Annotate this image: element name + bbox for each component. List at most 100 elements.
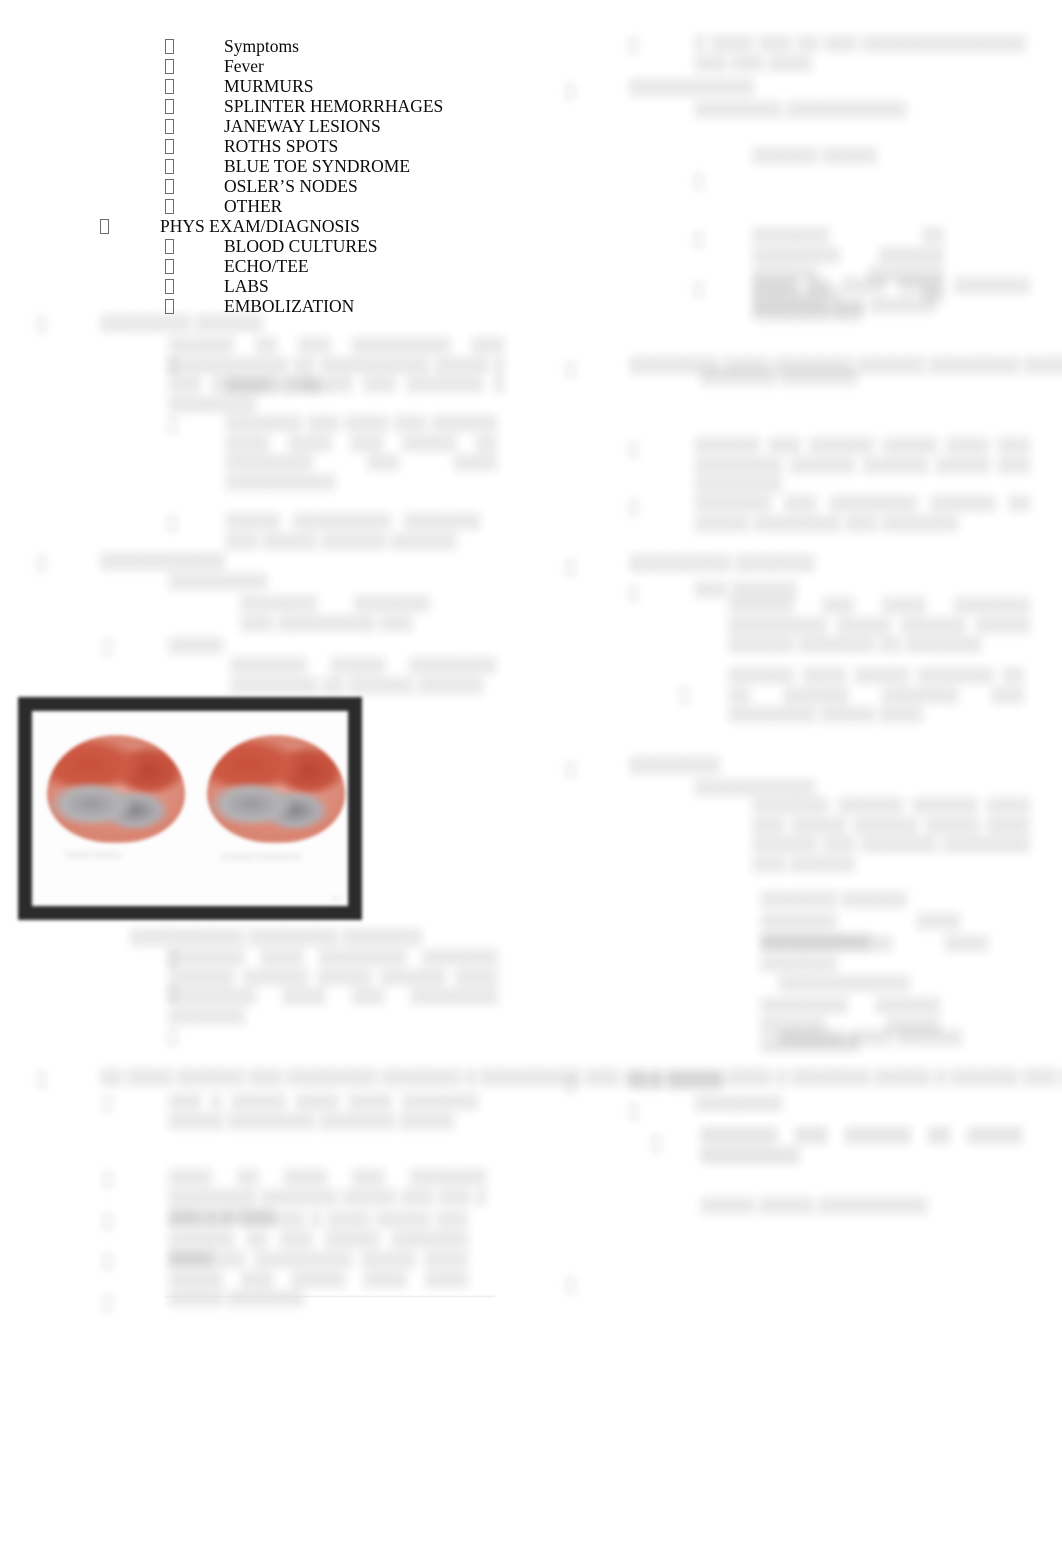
anatomical-diagram-right: [207, 735, 345, 843]
obscured-paragraph: ░░░░░ ░░░░░ ░░░░░░░░░░: [700, 1197, 928, 1214]
obscured-paragraph: ░░░░░░ ░░░░ ░░░░░░: [778, 1029, 962, 1046]
outline-item-roths-spots[interactable]: ROTHS SPOTS: [165, 136, 338, 156]
list-bullet-icon: [165, 99, 174, 114]
obscured-paragraph: ░░░░░░░ ░░░░░░░: [700, 369, 858, 386]
obscured-paragraph: ░░░░░░░ ░░░░░░░ ░░░ ░░░░░░░░░ ░░░: [240, 595, 430, 632]
list-bullet-icon: [566, 84, 575, 99]
outline-item-label: JANEWAY LESIONS: [224, 116, 381, 136]
obscured-paragraph: ░░░░░░░░░░░░ ░░░░ ░░░░░░░: [760, 935, 988, 972]
list-bullet-icon: [694, 174, 703, 189]
list-bullet-icon: [629, 38, 638, 53]
outline-item-other[interactable]: OTHER: [165, 196, 282, 216]
obscured-heading: ░░░░░░░░░░░: [629, 79, 754, 96]
list-bullet-icon: [37, 556, 46, 571]
obscured-heading: ░░░ ░░░░░: [629, 1073, 724, 1090]
list-bullet-icon: [680, 688, 689, 703]
obscured-paragraph: ░░░░░░░ ░░░ ░░░░░░░░ ░░░░░░ ░░ ░░░░░ ░░░…: [694, 495, 1030, 532]
list-bullet-icon: [103, 1172, 112, 1187]
outline-item-label: OTHER: [224, 196, 283, 216]
list-bullet-icon: [165, 299, 174, 314]
obscured-paragraph: ░░░░░░ ░░░░░: [752, 147, 877, 164]
list-bullet-icon: [165, 239, 174, 254]
obscured-paragraph: ░░░░░░░░: [694, 1095, 782, 1112]
obscured-paragraph: ░░░░░░ ░░░ ░░░░░░ ░░░░░ ░░░░ ░░░ ░░░░░░░…: [694, 437, 1030, 494]
anatomical-diagram-left: [47, 735, 185, 843]
list-bullet-icon: [165, 159, 174, 174]
list-bullet-icon: [165, 79, 174, 94]
list-bullet-icon: [165, 279, 174, 294]
figure-caption-right: ░░░░░░░ ░░░░░░░░░: [219, 853, 301, 861]
outline-item-fever[interactable]: Fever: [165, 56, 264, 76]
list-bullet-icon: [168, 418, 177, 433]
obscured-paragraph: ░░░░░░░░░░░: [694, 779, 815, 796]
list-bullet-icon: [37, 1072, 46, 1087]
figure-credit: ░░░: [331, 897, 342, 902]
obscured-paragraph: ░░░░░: [168, 637, 223, 654]
outline-item-labs[interactable]: LABS: [165, 276, 269, 296]
list-bullet-icon: [629, 1104, 638, 1119]
obscured-paragraph: ░░░░ ░░ ░░░░ ░░░░ ░░░░░░░ ░░░░░░░ ░░░ ░░…: [752, 277, 1030, 314]
outline-item-label: ROTHS SPOTS: [224, 136, 339, 156]
outline-item-label: LABS: [224, 276, 269, 296]
outline-item-label: ECHO/TEE: [224, 256, 309, 276]
embedded-figure: ░░░░░ ░░░░░░ ░░░░░░░ ░░░░░░░░░ ░░░: [18, 697, 362, 920]
obscured-paragraph: ░░░░░░░░ ░░░░░░░░░░░: [694, 101, 907, 118]
list-bullet-icon: [165, 59, 174, 74]
outline-item-janeway-lesions[interactable]: JANEWAY LESIONS: [165, 116, 381, 136]
outline-item-embolization[interactable]: EMBOLIZATION: [165, 296, 354, 316]
outline-item-label: EMBOLIZATION: [224, 296, 355, 316]
outline-item-murmurs[interactable]: MURMURS: [165, 76, 313, 96]
outline-item-label: BLUE TOE SYNDROME: [224, 156, 411, 176]
list-bullet-icon: [103, 1214, 112, 1229]
obscured-paragraph: ░░░░░░ ░░░░ ░░░░░ ░░░░░░░ ░░ ░░ ░░░░░░ ░…: [728, 667, 1024, 724]
outline-item-symptoms[interactable]: Symptoms: [165, 36, 299, 56]
outline-item-label: OSLER’S NODES: [224, 176, 358, 196]
list-bullet-icon: [103, 1096, 112, 1111]
figure-canvas: ░░░░░ ░░░░░░ ░░░░░░░ ░░░░░░░░░ ░░░: [32, 711, 348, 906]
obscured-paragraph: ░░░░░░ ░░░ ░░░░ ░░░░░░░ ░░░░░░░░░ ░░░░░ …: [728, 597, 1030, 654]
list-bullet-icon: [165, 259, 174, 274]
outline-item-blue-toe-syndrome[interactable]: BLUE TOE SYNDROME: [165, 156, 410, 176]
obscured-paragraph: ░░░░░░░ ░░░ ░░░░ ░░░ ░░░░░░ ░░░░ ░░░░ ░░…: [225, 415, 497, 491]
obscured-heading: ░░ ░░░░ ░░░░░░ ░░░ ░░░░░░░░ ░░░░░░░ ░ ░░…: [100, 1069, 1062, 1086]
list-bullet-icon: [168, 516, 177, 531]
outline-item-label: MURMURS: [224, 76, 314, 96]
outline-item-blood-cultures[interactable]: BLOOD CULTURES: [165, 236, 377, 256]
list-bullet-icon: [103, 1254, 112, 1269]
list-bullet-icon: [652, 1136, 661, 1151]
obscured-heading: ░░░░░░░░░░ ░░░░░░░░ ░░░░░░░: [130, 929, 422, 946]
outline-item-oslers-nodes[interactable]: OSLER’S NODES: [165, 176, 358, 196]
obscured-paragraph: ░░░░ ░░ ░░░: [225, 377, 332, 394]
outline-item-phys-exam-diagnosis[interactable]: PHYS EXAM/DIAGNOSIS: [100, 216, 360, 236]
list-bullet-icon: [566, 560, 575, 575]
list-bullet-icon: [103, 1296, 112, 1311]
list-bullet-icon: [629, 500, 638, 515]
list-bullet-icon: [566, 1078, 575, 1093]
outline-item-label: Fever: [224, 56, 264, 76]
list-bullet-icon: [165, 139, 174, 154]
list-bullet-icon: [168, 1030, 177, 1045]
document-page: Symptoms Fever MURMURS SPLINTER HEMORRHA…: [0, 0, 1062, 1561]
obscured-paragraph: ░░░░░░░ ░░░ ░░░░░░ ░░ ░░░░░ ░░░░░░░░░: [700, 1127, 1022, 1164]
obscured-paragraph: ░░░░░░░ ░░░░░░: [760, 891, 907, 908]
obscured-paragraph: ░░░░░░░ ░░░░░░░░░ ░░░░░ ░░░░ ░░░░░ ░░░ ░…: [168, 1251, 468, 1308]
list-bullet-icon: [168, 358, 177, 373]
list-bullet-icon: [629, 442, 638, 457]
outline-item-splinter-hemorrhages[interactable]: SPLINTER HEMORRHAGES: [165, 96, 443, 116]
outline-item-label: PHYS EXAM/DIAGNOSIS: [160, 216, 360, 236]
outline-item-label: Symptoms: [224, 36, 299, 56]
list-bullet-icon: [165, 119, 174, 134]
list-bullet-icon: [165, 179, 174, 194]
list-bullet-icon: [629, 586, 638, 601]
obscured-heading: ░░░░░░░░░ ░░░░░░░: [629, 555, 815, 572]
outline-item-label: BLOOD CULTURES: [224, 236, 378, 256]
obscured-heading: ░░░░░░░░: [629, 757, 720, 774]
obscured-heading: ░░░░░░░░░░░: [100, 553, 225, 570]
divider: [165, 1296, 495, 1297]
obscured-paragraph: ░░░░░░░ ░░░░░░ ░░░░░░ ░░░░ ░░░ ░░░░░ ░░░…: [752, 797, 1030, 873]
obscured-paragraph: ░░░ ░ ░░░░░ ░░░░ ░░░░ ░░░░░░░ ░░░░░ ░░░░…: [168, 1093, 478, 1130]
list-bullet-icon: [566, 1278, 575, 1293]
outline-item-echo-tee[interactable]: ECHO/TEE: [165, 256, 309, 276]
list-bullet-icon: [37, 317, 46, 332]
obscured-heading: ░░░░░░░░ ░░░░░░: [100, 315, 263, 332]
